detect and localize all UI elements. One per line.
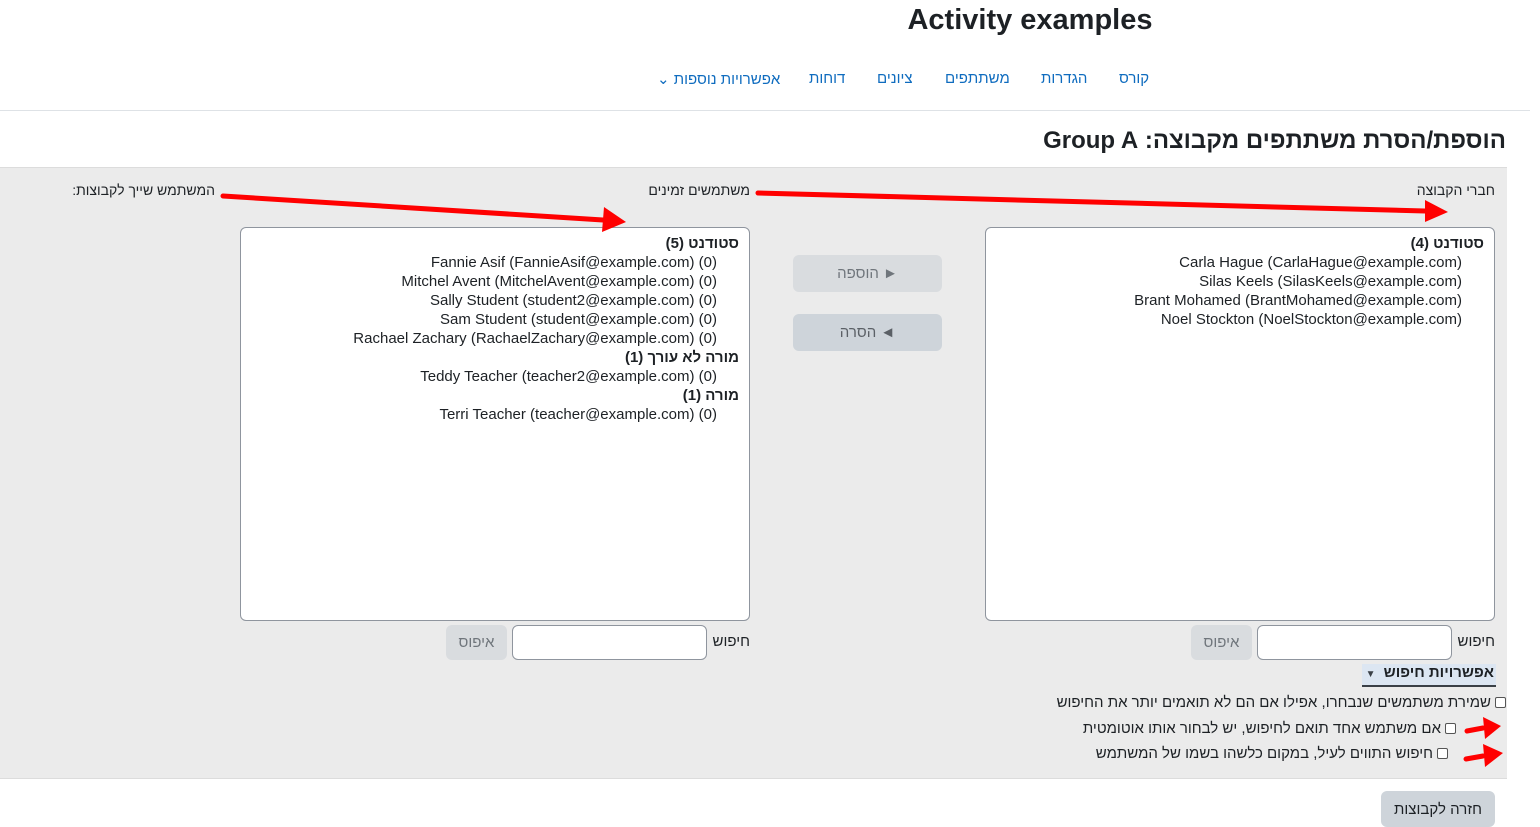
- member-option[interactable]: Noel Stockton (NoelStockton@example.com): [986, 310, 1494, 329]
- member-option[interactable]: Brant Mohamed (BrantMohamed@example.com): [986, 291, 1494, 310]
- nav-course[interactable]: קורס: [1119, 70, 1149, 87]
- potential-option[interactable]: Sally Student (student2@example.com) (0): [241, 291, 749, 310]
- search-options-label: אפשרויות חיפוש: [1383, 664, 1494, 681]
- checkbox[interactable]: [1437, 748, 1448, 759]
- potential-clear-button[interactable]: איפוס: [446, 625, 507, 660]
- potential-optgroup-teacher: מורה (1): [682, 387, 739, 404]
- checkbox[interactable]: [1445, 723, 1456, 734]
- potential-search-label: חיפוש: [712, 633, 750, 650]
- member-option[interactable]: Carla Hague (CarlaHague@example.com): [986, 253, 1494, 272]
- nav-more-menu[interactable]: אפשרויות נוספות ⌄: [657, 70, 780, 88]
- nav-settings[interactable]: הגדרות: [1041, 70, 1087, 87]
- remove-button[interactable]: ◄ הסרה: [793, 314, 942, 351]
- potential-option[interactable]: Terri Teacher (teacher@example.com) (0): [241, 405, 749, 424]
- nav-grades[interactable]: ציונים: [877, 70, 913, 87]
- page-title: הוספת/הסרת משתתפים מקבוצה: Group A: [1043, 127, 1506, 154]
- member-option[interactable]: Silas Keels (SilasKeels@example.com): [986, 272, 1494, 291]
- members-label: חברי הקבוצה: [1416, 182, 1495, 198]
- members-search-label: חיפוש: [1457, 633, 1495, 650]
- user-groups-label: המשתמש שייך לקבוצות:: [72, 182, 215, 198]
- option-label: חיפוש התווים לעיל, במקום כלשהו בשמו של ה…: [1095, 745, 1433, 762]
- members-select[interactable]: סטודנט (4) Carla Hague (CarlaHague@examp…: [985, 227, 1495, 621]
- potential-option[interactable]: Mitchel Avent (MitchelAvent@example.com)…: [241, 272, 749, 291]
- nav-reports[interactable]: דוחות: [809, 70, 845, 87]
- option-preserve-selection[interactable]: שמירת משתמשים שנבחרו, אפילו אם הם לא תוא…: [1057, 694, 1506, 711]
- members-search-input[interactable]: [1257, 625, 1452, 660]
- potential-option[interactable]: Fannie Asif (FannieAsif@example.com) (0): [241, 253, 749, 272]
- course-title: Activity examples: [907, 4, 1153, 36]
- potential-members-select[interactable]: סטודנט (5) Fannie Asif (FannieAsif@examp…: [240, 227, 750, 621]
- potential-option[interactable]: Rachael Zachary (RachaelZachary@example.…: [241, 329, 749, 348]
- checkbox[interactable]: [1495, 697, 1506, 708]
- add-button[interactable]: ► הוספה: [793, 255, 942, 292]
- caret-down-icon: ▼: [1365, 669, 1376, 680]
- search-options-toggle[interactable]: אפשרויות חיפוש ▼: [1362, 664, 1496, 687]
- potential-optgroup-noneditingteacher: מורה לא עורך (1): [624, 349, 739, 366]
- potential-members-label: משתמשים זמינים: [648, 182, 750, 198]
- option-search-anywhere[interactable]: חיפוש התווים לעיל, במקום כלשהו בשמו של ה…: [1096, 745, 1448, 762]
- option-label: שמירת משתמשים שנבחרו, אפילו אם הם לא תוא…: [1056, 694, 1491, 711]
- nav-participants[interactable]: משתתפים: [945, 70, 1010, 87]
- potential-option[interactable]: Sam Student (student@example.com) (0): [241, 310, 749, 329]
- potential-option[interactable]: Teddy Teacher (teacher2@example.com) (0): [241, 367, 749, 386]
- potential-optgroup-students: סטודנט (5): [665, 235, 739, 252]
- potential-search-input[interactable]: [512, 625, 707, 660]
- back-to-groups-button[interactable]: חזרה לקבוצות: [1381, 791, 1495, 827]
- nav-divider: [0, 110, 1530, 111]
- members-clear-button[interactable]: איפוס: [1191, 625, 1252, 660]
- option-autoselect-unique[interactable]: אם משתמש אחד תואם לחיפוש, יש לבחור אותו …: [1083, 720, 1456, 737]
- option-label: אם משתמש אחד תואם לחיפוש, יש לבחור אותו …: [1082, 720, 1441, 737]
- members-optgroup: סטודנט (4): [1410, 235, 1484, 252]
